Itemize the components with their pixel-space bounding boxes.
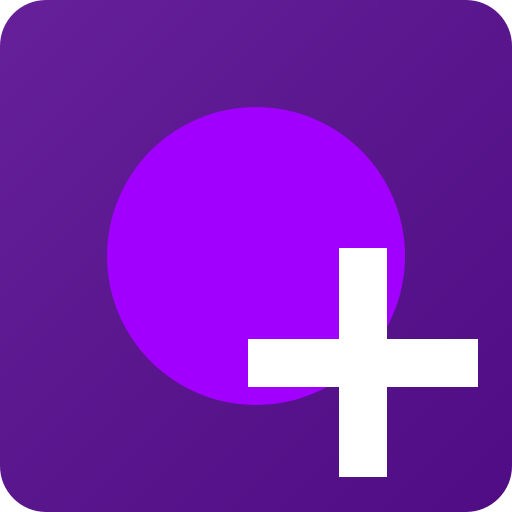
plus-horizontal-bar	[248, 339, 478, 387]
app-icon[interactable]	[0, 0, 512, 512]
plus-circle-icon	[107, 107, 478, 477]
